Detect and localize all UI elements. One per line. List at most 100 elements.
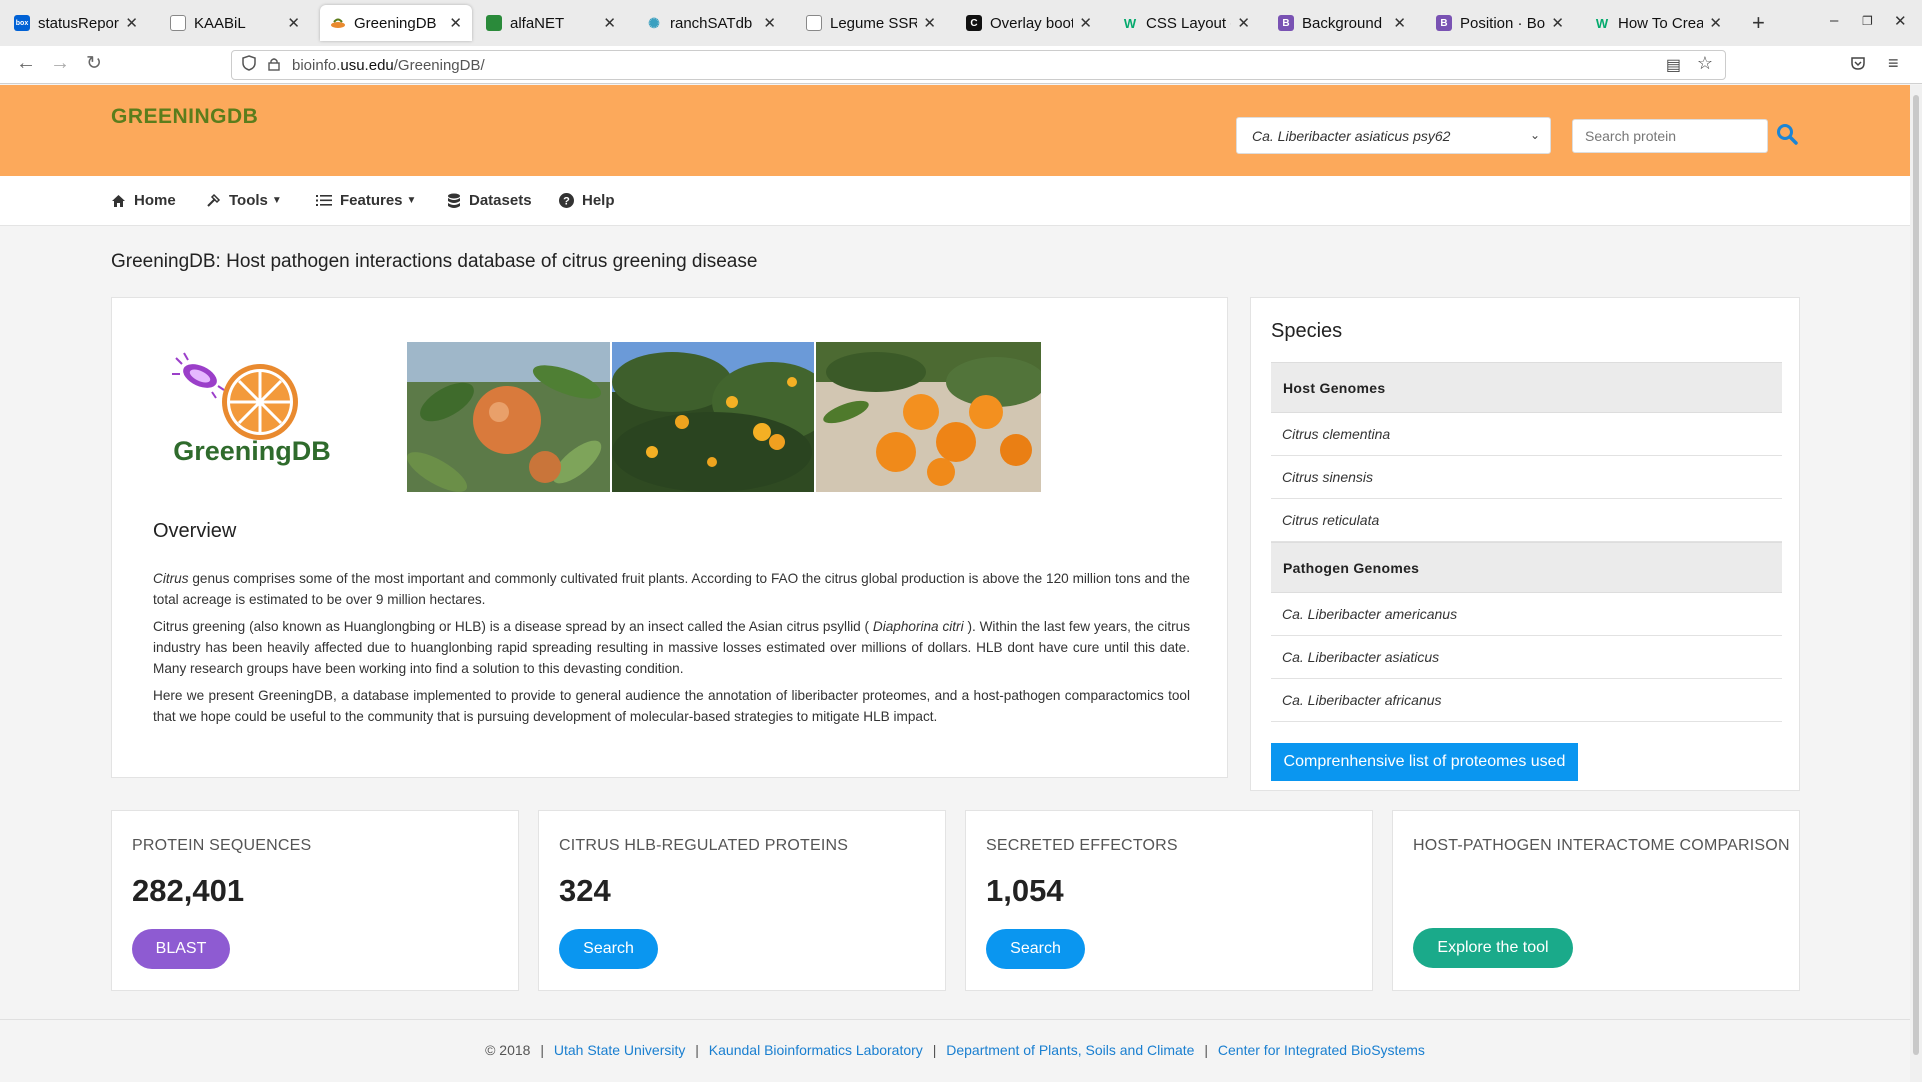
species-row[interactable]: Ca. Liberibacter asiaticus — [1271, 636, 1782, 679]
page-title: GreeningDB: Host pathogen interactions d… — [111, 251, 758, 272]
footer-link-usu[interactable]: Utah State University — [554, 1042, 686, 1058]
window-close-icon[interactable]: ✕ — [1894, 12, 1907, 30]
close-tab-icon[interactable]: ✕ — [125, 14, 138, 32]
psyllid-italic: Diaphorina citri — [872, 619, 964, 634]
tools-icon — [206, 193, 221, 208]
close-tab-icon[interactable]: ✕ — [1709, 14, 1722, 32]
search-protein-input[interactable] — [1572, 119, 1768, 153]
bacterium-icon — [172, 352, 225, 399]
footer-link-department[interactable]: Department of Plants, Soils and Climate — [946, 1042, 1194, 1058]
species-row[interactable]: Citrus clementina — [1271, 413, 1782, 456]
species-table: Host Genomes Citrus clementina Citrus si… — [1271, 362, 1782, 722]
footer-copyright: © 2018 — [485, 1042, 531, 1058]
close-tab-icon[interactable]: ✕ — [923, 14, 936, 32]
browser-nav-bar: ← → ↻ bioinfo.usu.edu/GreeningDB/ ▤ ☆ ≡ — [0, 46, 1922, 84]
stat-label: HOST-PATHOGEN INTERACTOME COMPARISON — [1413, 837, 1790, 854]
species-row[interactable]: Ca. Liberibacter americanus — [1271, 593, 1782, 636]
blast-button[interactable]: BLAST — [132, 929, 230, 969]
pocket-icon[interactable] — [1850, 55, 1866, 76]
browser-tab[interactable]: KAABiL ✕ — [160, 5, 310, 41]
site-header: GREENINGDB Ca. Liberibacter asiaticus ps… — [0, 85, 1910, 176]
menu-home[interactable]: Home — [111, 192, 176, 209]
species-row[interactable]: Ca. Liberibacter africanus — [1271, 679, 1782, 722]
overview-paragraph-2: Citrus greening (also known as Huanglong… — [153, 616, 1190, 679]
search-hlb-button[interactable]: Search — [559, 929, 658, 969]
browser-tab[interactable]: Legume SSR Da ✕ — [796, 5, 946, 41]
site-footer: © 2018 | Utah State University | Kaundal… — [0, 1019, 1910, 1082]
species-select[interactable]: Ca. Liberibacter asiaticus psy62 ⌄ — [1236, 117, 1551, 154]
species-card: Species Host Genomes Citrus clementina C… — [1250, 297, 1800, 791]
site-brand[interactable]: GREENINGDB — [111, 105, 258, 129]
close-tab-icon[interactable]: ✕ — [287, 14, 300, 32]
lock-icon[interactable] — [268, 57, 280, 74]
bookmark-star-icon[interactable]: ☆ — [1697, 53, 1713, 74]
main-menu: Home Tools ▼ Features ▼ Datasets ? Help — [0, 176, 1910, 226]
scrollbar-thumb[interactable] — [1913, 95, 1919, 1055]
browser-tab[interactable]: ✺ ranchSATdb ✕ — [636, 5, 786, 41]
reader-view-icon[interactable]: ▤ — [1666, 55, 1681, 75]
menu-features[interactable]: Features ▼ — [316, 192, 416, 209]
shield-icon[interactable] — [242, 55, 256, 75]
home-icon — [111, 194, 126, 208]
pathogen-genomes-header: Pathogen Genomes — [1271, 542, 1782, 593]
browser-tab-active[interactable]: GreeningDB ✕ — [320, 5, 472, 41]
url-path: /GreeningDB/ — [393, 56, 485, 74]
back-icon[interactable]: ← — [16, 52, 36, 75]
footer-link-lab[interactable]: Kaundal Bioinformatics Laboratory — [709, 1042, 923, 1058]
browser-tab[interactable]: alfaNET ✕ — [476, 5, 626, 41]
close-tab-icon[interactable]: ✕ — [1237, 14, 1250, 32]
forward-icon[interactable]: → — [50, 52, 70, 75]
footer-link-cib[interactable]: Center for Integrated BioSystems — [1218, 1042, 1425, 1058]
browser-tab[interactable]: W CSS Layout - Th ✕ — [1112, 5, 1260, 41]
address-bar[interactable]: bioinfo.usu.edu/GreeningDB/ ▤ ☆ — [231, 50, 1726, 80]
search-icon[interactable] — [1776, 123, 1800, 147]
browser-tab-bar: box statusReport.o ✕ KAABiL ✕ GreeningDB… — [0, 0, 1922, 46]
overview-card: GreeningDB Overview Citrus genus compris… — [111, 297, 1228, 778]
overview-paragraph-1-text: genus comprises some of the most importa… — [153, 571, 1190, 607]
menu-datasets[interactable]: Datasets — [447, 192, 532, 209]
browser-tab[interactable]: C Overlay boots ✕ — [956, 5, 1102, 41]
citrus-photo-3 — [816, 342, 1046, 492]
species-heading: Species — [1271, 320, 1343, 342]
url-domain: usu.edu — [340, 56, 394, 74]
page-scrollbar[interactable] — [1910, 85, 1922, 1082]
species-row[interactable]: Citrus reticulata — [1271, 499, 1782, 542]
proteomes-list-button[interactable]: Comprenhensive list of proteomes used — [1271, 743, 1578, 781]
restore-icon[interactable]: ❐ — [1862, 14, 1873, 28]
species-select-value: Ca. Liberibacter asiaticus psy62 — [1252, 127, 1451, 144]
species-row[interactable]: Citrus sinensis — [1271, 456, 1782, 499]
new-tab-icon[interactable]: + — [1752, 10, 1765, 36]
greeningdb-logo: GreeningDB — [152, 350, 352, 468]
page-viewport: GREENINGDB Ca. Liberibacter asiaticus ps… — [0, 85, 1910, 1082]
browser-tab[interactable]: B Position · Boot ✕ — [1426, 5, 1574, 41]
minimize-icon[interactable]: – — [1830, 12, 1838, 29]
host-genomes-header: Host Genomes — [1271, 362, 1782, 413]
caret-down-icon: ▼ — [271, 195, 282, 206]
menu-features-label: Features — [340, 192, 403, 209]
browser-tab[interactable]: B Background · B ✕ — [1268, 5, 1416, 41]
overview-heading: Overview — [153, 520, 237, 542]
w3schools-favicon-icon: W — [1123, 15, 1137, 31]
reload-icon[interactable]: ↻ — [86, 52, 102, 75]
close-tab-icon[interactable]: ✕ — [1079, 14, 1092, 32]
menu-help[interactable]: ? Help — [559, 192, 615, 209]
close-tab-icon[interactable]: ✕ — [1551, 14, 1564, 32]
hamburger-menu-icon[interactable]: ≡ — [1888, 53, 1899, 74]
browser-tab[interactable]: box statusReport.o ✕ — [4, 5, 148, 41]
logo-text: GreeningDB — [173, 436, 331, 466]
explore-tool-button[interactable]: Explore the tool — [1413, 928, 1573, 968]
search-effectors-button[interactable]: Search — [986, 929, 1085, 969]
footer-separator: | — [1204, 1042, 1208, 1058]
menu-tools[interactable]: Tools ▼ — [206, 192, 282, 209]
close-tab-icon[interactable]: ✕ — [763, 14, 776, 32]
react-favicon-icon: ✺ — [648, 14, 660, 31]
page-favicon-icon — [170, 15, 186, 31]
close-tab-icon[interactable]: ✕ — [449, 14, 462, 32]
menu-tools-label: Tools — [229, 192, 268, 209]
close-tab-icon[interactable]: ✕ — [603, 14, 616, 32]
stat-card-hlb-regulated: CITRUS HLB-REGULATED PROTEINS 324 Search — [538, 810, 946, 991]
browser-tab[interactable]: W How To Create ✕ — [1584, 5, 1732, 41]
menu-datasets-label: Datasets — [469, 192, 532, 209]
page-favicon-icon — [806, 15, 822, 31]
close-tab-icon[interactable]: ✕ — [1393, 14, 1406, 32]
